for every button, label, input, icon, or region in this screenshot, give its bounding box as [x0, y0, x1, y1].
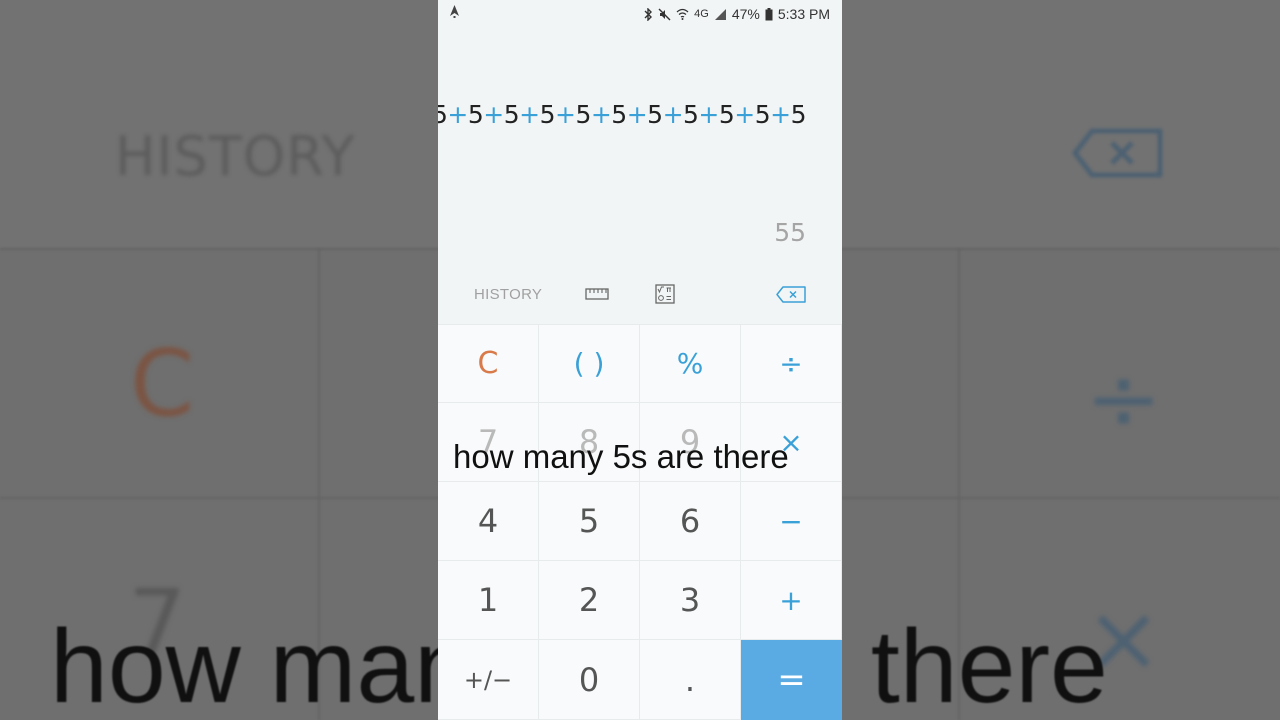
- expression-operator: +: [447, 100, 468, 129]
- expression-operator: +: [590, 100, 612, 129]
- wifi-icon: [676, 8, 689, 20]
- bg-history-label: HISTORY: [115, 125, 356, 188]
- two-key[interactable]: 2: [539, 561, 640, 640]
- expression-operand: 5: [790, 100, 807, 129]
- status-right: 4G 47% 5:33 PM: [644, 6, 830, 22]
- mute-icon: [658, 8, 671, 20]
- expression-operand: 5: [611, 100, 627, 129]
- expression-operand: 5: [718, 100, 735, 129]
- history-button[interactable]: HISTORY: [474, 286, 542, 303]
- one-key[interactable]: 1: [438, 561, 539, 640]
- equals-key[interactable]: =: [741, 640, 842, 720]
- six-key[interactable]: 6: [640, 482, 741, 561]
- plus-key[interactable]: +: [741, 561, 842, 640]
- expression-operand: 5: [467, 100, 484, 129]
- expression-operand: 5: [647, 100, 663, 129]
- expression-operator: +: [519, 100, 540, 129]
- sign-toggle-key[interactable]: +/−: [438, 640, 539, 720]
- battery-icon: [765, 7, 773, 20]
- expression-operator: +: [483, 100, 504, 129]
- expression-operand: 5: [575, 100, 591, 129]
- bg-divide-label: ÷: [1085, 345, 1163, 452]
- battery-percent: 47%: [731, 6, 760, 22]
- zero-key[interactable]: 0: [539, 640, 640, 720]
- keypad: C( )% ÷ 7 8 9 × 4 5 6−1 2 3 + +/− 0. =: [438, 324, 842, 720]
- three-key[interactable]: 3: [640, 561, 741, 640]
- bluetooth-icon: [644, 7, 653, 21]
- toolbar: HISTORY: [438, 278, 842, 312]
- result-preview: 55: [774, 218, 806, 247]
- scientific-mode-icon[interactable]: [655, 284, 675, 304]
- clear-key[interactable]: C: [438, 324, 539, 403]
- four-key[interactable]: 4: [438, 482, 539, 561]
- signal-icon: [714, 9, 726, 20]
- bg-backspace-icon: [1072, 128, 1163, 178]
- decimal-key[interactable]: .: [640, 640, 741, 720]
- expression-operator: +: [734, 100, 755, 129]
- expression-display[interactable]: 5+5+5+5+5+5+5+5+5+5+5: [438, 100, 807, 129]
- backspace-icon[interactable]: [776, 286, 806, 303]
- minus-key[interactable]: −: [741, 482, 842, 561]
- expression-operand: 5: [539, 100, 556, 129]
- expression-operator: +: [770, 100, 791, 129]
- five-key[interactable]: 5: [539, 482, 640, 561]
- expression-operand: 5: [683, 100, 699, 129]
- expression-operand: 5: [754, 100, 771, 129]
- calculator-app: 4G 47% 5:33 PM 5+5+5+5+5+5+5+5+5+5+5 55 …: [438, 0, 842, 720]
- expression-operator: +: [662, 100, 684, 129]
- clock: 5:33 PM: [777, 6, 830, 22]
- network-type: 4G: [694, 8, 709, 20]
- percent-key[interactable]: %: [640, 324, 741, 403]
- expression-operand: 5: [503, 100, 520, 129]
- expression-operator: +: [698, 100, 719, 129]
- expression-operator: +: [626, 100, 648, 129]
- status-bar: 4G 47% 5:33 PM: [438, 0, 842, 28]
- expression-operator: +: [554, 100, 576, 129]
- unit-converter-icon[interactable]: [585, 288, 609, 300]
- bg-clear-label: C: [130, 330, 195, 437]
- expression-operand: 5: [438, 100, 448, 129]
- divide-key[interactable]: ÷: [741, 324, 842, 403]
- app-notification-icon: [449, 5, 460, 22]
- parentheses-key[interactable]: ( ): [539, 324, 640, 403]
- video-caption: how many 5s are there: [453, 438, 789, 475]
